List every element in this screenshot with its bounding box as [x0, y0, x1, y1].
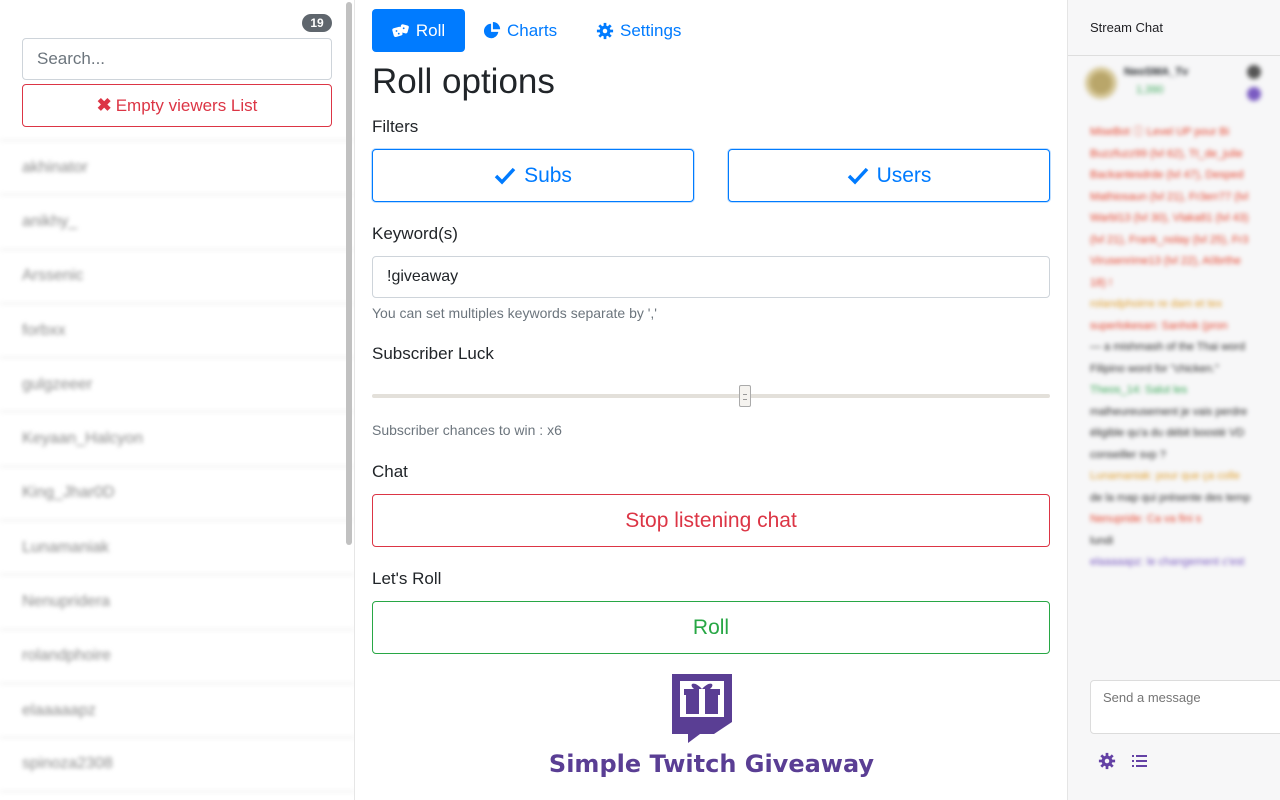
viewer-item[interactable]: King_Jhar0D: [0, 465, 354, 520]
stop-listening-button[interactable]: Stop listening chat: [372, 494, 1050, 547]
stream-chat-panel: Stream Chat NeoSMA_Tv 1,390 MiseBot ⓘ Le…: [1067, 0, 1280, 800]
viewer-count-badge: 19: [302, 14, 332, 32]
chat-message-line: de la map qui présente des temp: [1090, 491, 1251, 504]
avatar: [1085, 67, 1117, 99]
tab-roll[interactable]: Roll: [372, 9, 465, 52]
tab-roll-label: Roll: [415, 20, 446, 40]
viewer-item[interactable]: Lunamaniak: [0, 520, 354, 574]
viewer-list: akhinator anikhy_ Arssenic forbxx gulgze…: [0, 140, 354, 792]
dice-icon: [392, 23, 409, 37]
lets-roll-label: Let's Roll: [372, 569, 442, 588]
tab-settings[interactable]: Settings: [584, 9, 693, 52]
subs-filter-label: Subs: [524, 163, 572, 187]
send-message-input[interactable]: [1090, 680, 1280, 734]
tab-settings-label: Settings: [620, 20, 682, 40]
viewer-item[interactable]: Keyaan_Halcyon: [0, 411, 354, 465]
chat-message-line: Virusenrime13 (lvl 22), A0brthe: [1090, 255, 1241, 267]
chat-message-line: — a mishmash of the Thai word: [1090, 341, 1246, 353]
filters-label: Filters: [372, 117, 419, 136]
top-chatter-name: NeoSMA_Tv: [1124, 66, 1189, 78]
keyword-help: You can set multiples keywords separate …: [372, 305, 657, 321]
subscriber-luck-slider[interactable]: [372, 394, 1050, 398]
viewer-item[interactable]: Arssenic: [0, 248, 354, 303]
avatar: [1247, 65, 1261, 101]
empty-viewers-button[interactable]: ✖ Empty viewers List: [22, 84, 332, 127]
chat-message-line: rolandphoirre re dam et tex: [1090, 298, 1223, 310]
viewer-item[interactable]: spinoza2308: [0, 737, 354, 792]
chat-label: Chat: [372, 462, 408, 481]
chat-message-line: conseiller svp ?: [1090, 448, 1166, 461]
tab-charts-label: Charts: [507, 20, 558, 40]
chat-message-line: Theos_14: Salut les: [1090, 384, 1188, 396]
users-filter-button[interactable]: Users: [728, 149, 1050, 202]
brand-name: Simple Twitch Giveaway: [548, 750, 875, 778]
keyword-label: Keyword(s): [372, 224, 458, 243]
roll-panel: Roll Charts Settings Roll options Filter…: [356, 0, 1067, 800]
gift-logo-icon: [672, 674, 732, 743]
gear-icon[interactable]: [1098, 752, 1116, 770]
chat-title: Stream Chat: [1090, 20, 1163, 35]
viewer-item[interactable]: rolandphoire: [0, 628, 354, 683]
chat-message-line: Buzzfuzz99 (lvl 62), Tt_de_julie: [1090, 147, 1243, 160]
slider-handle[interactable]: [738, 385, 751, 407]
gear-icon: [596, 22, 614, 39]
roll-button[interactable]: Roll: [372, 601, 1050, 654]
chat-message-line: Warbl13 (lvl 30), Vlaka81 (lvl 43): [1090, 212, 1249, 224]
list-icon[interactable]: [1132, 754, 1147, 768]
chat-message-line: Lunamaniak: pour que ça colle: [1090, 470, 1240, 482]
check-icon: [494, 167, 516, 185]
chat-message-line: lundi: [1090, 534, 1114, 547]
viewers-panel: 19 ✖ Empty viewers List akhinator anikhy…: [0, 0, 355, 800]
pie-chart-icon: [483, 21, 501, 38]
empty-viewers-label: Empty viewers List: [115, 95, 258, 115]
chat-message-line: elaaaaapz: le changement c'est: [1090, 556, 1245, 568]
viewer-item[interactable]: anikhy_: [0, 194, 354, 248]
check-icon: [847, 167, 868, 185]
search-input[interactable]: [22, 38, 332, 80]
subscriber-chances-text: Subscriber chances to win : x6: [372, 422, 562, 438]
chat-divider: [1068, 55, 1280, 56]
close-icon: ✖: [96, 95, 112, 115]
chat-message-line: malheureusement je vais perdre: [1090, 405, 1248, 418]
keyword-input[interactable]: [372, 256, 1050, 298]
top-chatter-points: 1,390: [1136, 84, 1164, 96]
chat-message-line: superlokesan: Sanhok (pron: [1090, 319, 1228, 332]
users-filter-label: Users: [876, 163, 932, 187]
chat-message-line: Filipino word for "chicken.": [1090, 362, 1219, 375]
tab-charts[interactable]: Charts: [471, 9, 569, 52]
viewer-item[interactable]: Nenupridera: [0, 574, 354, 628]
chat-message-line: Nenupride: Ca va fini s: [1090, 513, 1202, 525]
chat-message-line: Backantesdrde (lvl 47), Desped: [1090, 169, 1244, 181]
chat-message-line: éligible qu'a du débit boostè VD: [1090, 427, 1245, 439]
viewer-item[interactable]: elaaaaapz: [0, 682, 354, 737]
viewer-item[interactable]: akhinator: [0, 140, 354, 194]
chat-message-line: 18) !: [1090, 276, 1113, 289]
viewer-item[interactable]: forbxx: [0, 302, 354, 357]
subs-filter-button[interactable]: Subs: [372, 149, 694, 202]
viewer-list-scrollbar[interactable]: [346, 2, 352, 545]
viewer-item[interactable]: gulgzeeer: [0, 357, 354, 411]
chat-message-line: MiseBot ⓘ Level UP pour Bi: [1090, 126, 1230, 138]
subscriber-luck-label: Subscriber Luck: [372, 344, 494, 363]
chat-message-line: (lvl 21), Frank_nolay (lvl 25), Fr3: [1090, 233, 1249, 246]
chat-messages: MiseBot ⓘ Level UP pour Bi Buzzfuzz99 (lv…: [1090, 122, 1280, 574]
chat-message-line: Mathiosaun (lvl 21), Fr3err77 (lvl: [1090, 190, 1249, 203]
page-title: Roll options: [372, 62, 555, 101]
